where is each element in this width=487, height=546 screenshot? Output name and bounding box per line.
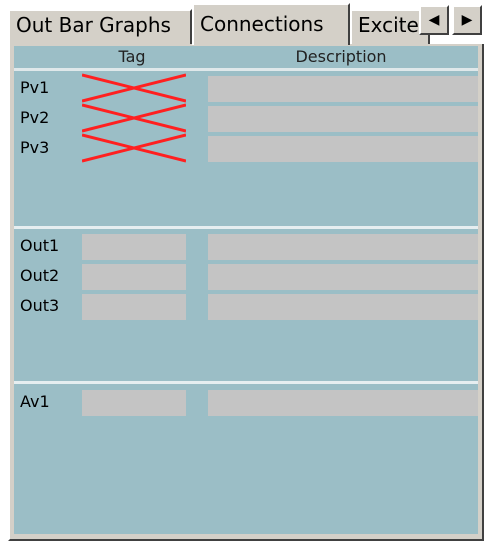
row-label-pv3: Pv3 bbox=[20, 138, 50, 157]
tab-excite[interactable]: Excite bbox=[350, 9, 430, 44]
row-label-out2: Out2 bbox=[20, 266, 60, 285]
header-divider bbox=[14, 68, 478, 71]
tag-field-out1[interactable] bbox=[82, 234, 186, 260]
tab-connections[interactable]: Connections bbox=[192, 3, 350, 45]
connections-window: Out Bar Graphs Connections Excite ◀ ▶ Ta… bbox=[0, 0, 487, 546]
row-label-pv1: Pv1 bbox=[20, 78, 50, 97]
description-field-pv1[interactable] bbox=[208, 76, 478, 102]
row-label-pv2: Pv2 bbox=[20, 108, 50, 127]
group-divider bbox=[14, 226, 478, 229]
description-field-pv3[interactable] bbox=[208, 136, 478, 162]
row-label-out3: Out3 bbox=[20, 296, 60, 315]
column-header-description: Description bbox=[295, 47, 387, 66]
description-field-out2[interactable] bbox=[208, 264, 478, 290]
missing-tag-x-icon[interactable] bbox=[82, 103, 186, 133]
column-header-tag: Tag bbox=[118, 47, 146, 66]
row-label-av1: Av1 bbox=[20, 392, 50, 411]
connections-panel: Tag Description Pv1 Pv2 Pv3 Out1 Out2 Ou… bbox=[8, 44, 484, 541]
tag-field-av1[interactable] bbox=[82, 390, 186, 416]
arrow-left-icon: ◀ bbox=[428, 12, 440, 28]
tab-out-bar-graphs[interactable]: Out Bar Graphs bbox=[8, 9, 192, 44]
row-label-out1: Out1 bbox=[20, 236, 60, 255]
description-field-pv2[interactable] bbox=[208, 106, 478, 132]
tag-field-out2[interactable] bbox=[82, 264, 186, 290]
description-field-av1[interactable] bbox=[208, 390, 478, 416]
missing-tag-x-icon[interactable] bbox=[82, 133, 186, 163]
group-divider bbox=[14, 381, 478, 384]
description-field-out3[interactable] bbox=[208, 294, 478, 320]
tab-scroll-right-button[interactable]: ▶ bbox=[452, 5, 482, 35]
tag-field-out3[interactable] bbox=[82, 294, 186, 320]
tab-scroll-left-button[interactable]: ◀ bbox=[419, 5, 449, 35]
description-field-out1[interactable] bbox=[208, 234, 478, 260]
connections-grid: Tag Description Pv1 Pv2 Pv3 Out1 Out2 Ou… bbox=[14, 46, 478, 534]
missing-tag-x-icon[interactable] bbox=[82, 73, 186, 103]
arrow-right-icon: ▶ bbox=[461, 12, 473, 28]
